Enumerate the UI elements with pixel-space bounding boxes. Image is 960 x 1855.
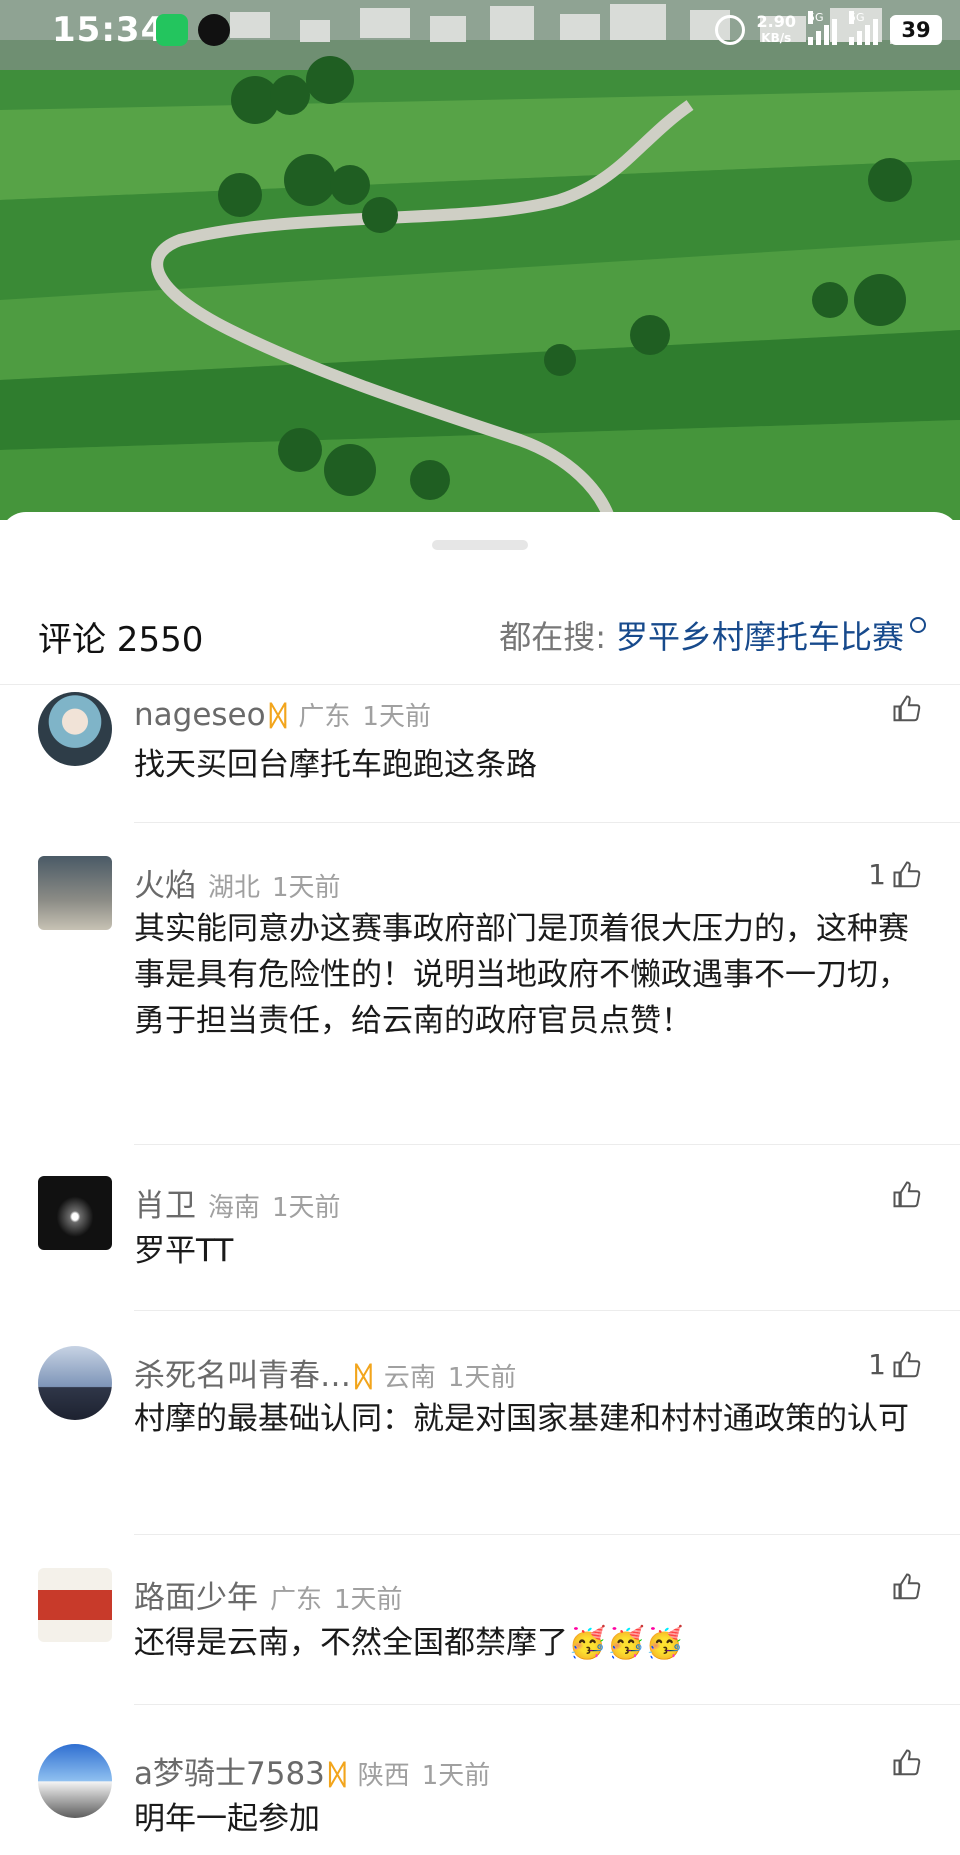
- comment-count: 评论 2550: [38, 620, 204, 660]
- thumbs-up-icon: [893, 1350, 921, 1377]
- timestamp: 1天前: [334, 1585, 403, 1615]
- location: 海南: [208, 1193, 261, 1223]
- timestamp: 1天前: [362, 702, 431, 732]
- hot-search-label: 都在搜:: [499, 618, 606, 656]
- signal-icon: 5G: [808, 11, 837, 45]
- comment-text: 村摩的最基础认同：就是对国家基建和村村通政策的认可: [134, 1401, 909, 1437]
- comment-text: 还得是云南，不然全国都禁摩了🥳🥳🥳: [134, 1625, 684, 1661]
- like-button[interactable]: [886, 1748, 922, 1778]
- thumbs-up-icon: [893, 1749, 921, 1776]
- like-button[interactable]: [886, 1572, 922, 1602]
- divider: [134, 1704, 960, 1705]
- divider: [134, 822, 960, 823]
- video-preview[interactable]: 15:34 2.90 KB/s 5G 5G 39: [0, 0, 960, 520]
- divider: [134, 1310, 960, 1311]
- username[interactable]: nageseo: [134, 697, 266, 733]
- wechat-icon: [156, 14, 188, 46]
- comment-meta: nageseo ᛞ 广东 1天前: [134, 696, 431, 733]
- comment-item[interactable]: 肖卫 海南 1天前 罗平TT: [0, 1176, 960, 1326]
- comment-text: 明年一起参加: [134, 1801, 320, 1837]
- net-speed-value: 2.90: [756, 12, 796, 31]
- username[interactable]: 肖卫: [134, 1180, 196, 1225]
- location: 云南: [383, 1363, 436, 1393]
- timestamp: 1天前: [272, 873, 341, 903]
- comment-meta: 路面少年 广东 1天前: [134, 1572, 403, 1617]
- like-count: 1: [868, 858, 886, 891]
- status-time: 15:34: [52, 10, 166, 50]
- username[interactable]: 杀死名叫青春…: [134, 1350, 351, 1395]
- comment-meta: 肖卫 海南 1天前: [134, 1180, 341, 1225]
- comment-item[interactable]: 路面少年 广东 1天前 还得是云南，不然全国都禁摩了🥳🥳🥳: [0, 1568, 960, 1720]
- thumbs-up-icon: [893, 1181, 921, 1208]
- hot-search-link[interactable]: 都在搜: 罗平乡村摩托车比赛: [499, 612, 926, 658]
- comment-item[interactable]: nageseo ᛞ 广东 1天前 找天买回台摩托车跑跑这条路: [0, 688, 960, 836]
- landscape-image: [0, 0, 960, 520]
- timestamp: 1天前: [421, 1761, 491, 1791]
- vip-badge-icon: ᛞ: [355, 1360, 372, 1393]
- comment-item[interactable]: 火焰 湖北 1天前 1 其实能同意办这赛事政府部门是顶着很大压力的，这种赛事是具…: [0, 856, 960, 1156]
- signal-type-2: 5G: [849, 11, 865, 24]
- comment-meta: a梦骑士7583 ᛞ 陕西 1天前: [134, 1748, 490, 1793]
- avatar[interactable]: [38, 856, 112, 930]
- alarm-icon: [714, 15, 745, 45]
- divider: [0, 684, 960, 685]
- timestamp: 1天前: [447, 1363, 517, 1393]
- divider: [134, 1534, 960, 1535]
- avatar[interactable]: [38, 1744, 112, 1818]
- search-icon: [910, 617, 926, 633]
- comment-header: 评论 2550 都在搜: 罗平乡村摩托车比赛: [0, 600, 960, 680]
- thumbs-up-icon: [893, 695, 921, 722]
- battery-icon: 39: [890, 15, 942, 45]
- divider: [134, 1144, 960, 1145]
- location: 广东: [270, 1585, 323, 1615]
- like-count: 1: [868, 1348, 886, 1381]
- signal-icon: 5G: [849, 11, 878, 45]
- username[interactable]: a梦骑士7583: [134, 1748, 325, 1793]
- comment-meta: 火焰 湖北 1天前: [134, 860, 341, 905]
- status-indicators: 2.90 KB/s 5G 5G 39: [714, 8, 942, 52]
- hot-search-term[interactable]: 罗平乡村摩托车比赛: [616, 612, 904, 658]
- like-button[interactable]: 1: [868, 1348, 922, 1381]
- avatar[interactable]: [38, 692, 112, 766]
- comment-text: 其实能同意办这赛事政府部门是顶着很大压力的，这种赛事是具有危险性的！说明当地政府…: [134, 911, 909, 1039]
- timestamp: 1天前: [272, 1193, 341, 1223]
- comment-text: 找天买回台摩托车跑跑这条路: [134, 747, 537, 783]
- comment-text: 罗平TT: [134, 1233, 234, 1269]
- avatar[interactable]: [38, 1346, 112, 1420]
- net-speed: 2.90 KB/s: [757, 13, 796, 47]
- avatar[interactable]: [38, 1176, 112, 1250]
- like-button[interactable]: [886, 694, 922, 724]
- vip-badge-icon: ᛞ: [269, 699, 287, 732]
- status-bar: 15:34 2.90 KB/s 5G 5G 39: [0, 0, 960, 62]
- net-speed-unit: KB/s: [761, 31, 792, 45]
- location: 广东: [298, 702, 351, 732]
- signal-type-1: 5G: [808, 11, 824, 24]
- thumbs-up-icon: [893, 860, 921, 887]
- comment-item[interactable]: 杀死名叫青春… ᛞ 云南 1天前 1 村摩的最基础认同：就是对国家基建和村村通政…: [0, 1344, 960, 1550]
- thumbs-up-icon: [893, 1573, 921, 1600]
- location: 陕西: [357, 1761, 410, 1791]
- avatar[interactable]: [38, 1568, 112, 1642]
- like-button[interactable]: [886, 1180, 922, 1210]
- comment-item[interactable]: a梦骑士7583 ᛞ 陕西 1天前 明年一起参加: [0, 1744, 960, 1854]
- qq-icon: [198, 14, 230, 46]
- comment-meta: 杀死名叫青春… ᛞ 云南 1天前: [134, 1350, 516, 1395]
- location: 湖北: [208, 873, 261, 903]
- drag-handle[interactable]: [432, 540, 528, 550]
- comment-sheet: 评论 2550 都在搜: 罗平乡村摩托车比赛 nageseo ᛞ 广东 1天前 …: [0, 512, 960, 1855]
- username[interactable]: 路面少年: [134, 1572, 258, 1617]
- vip-badge-icon: ᛞ: [328, 1758, 346, 1791]
- like-button[interactable]: 1: [868, 858, 922, 891]
- username[interactable]: 火焰: [134, 860, 196, 905]
